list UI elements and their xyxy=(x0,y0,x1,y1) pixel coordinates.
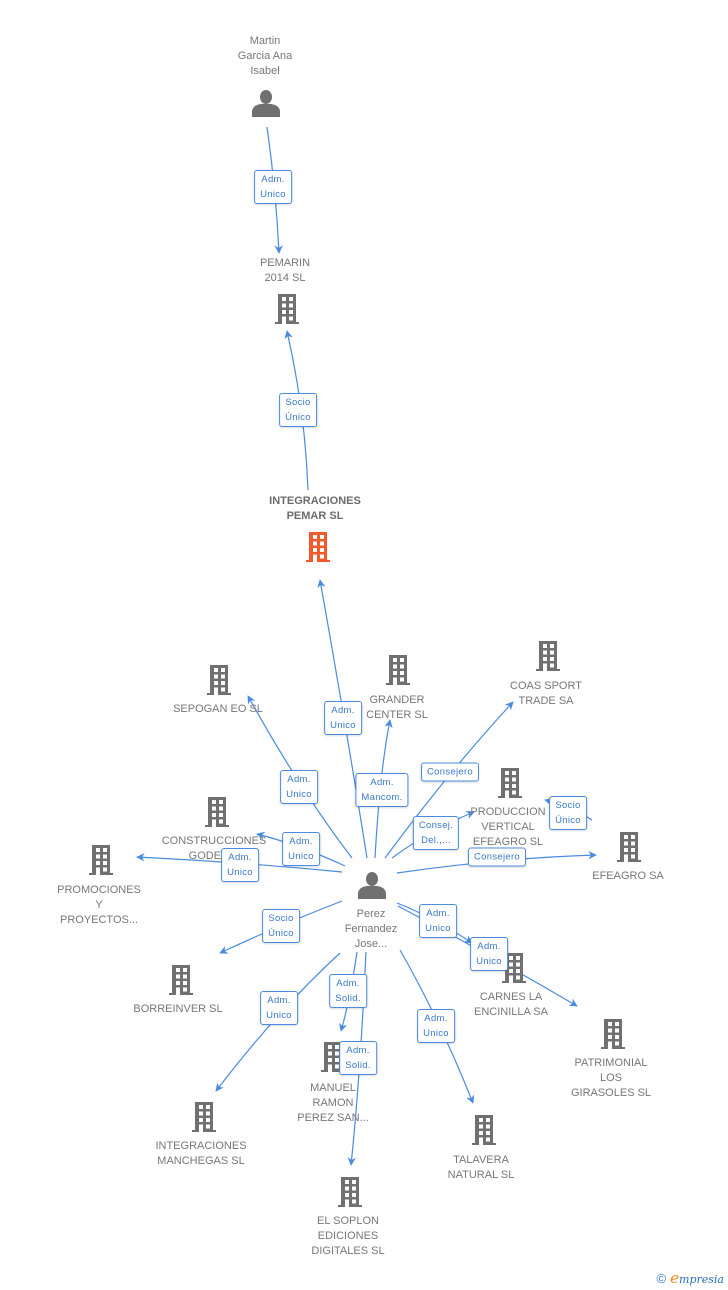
edge-label-perez-to-soplon[interactable]: Adm. Solid. xyxy=(339,1041,377,1075)
edge-label-perez-to-efeagro[interactable]: Consejero xyxy=(467,847,527,867)
empresia-brand[interactable]: © empresia xyxy=(657,1269,724,1287)
node-label-produccion[interactable]: PRODUCCION VERTICAL EFEAGRO SL xyxy=(470,805,545,850)
edge-label-perez-to-construcciones[interactable]: Adm. Unico xyxy=(282,832,320,866)
node-label-perez[interactable]: Perez Fernandez Jose... xyxy=(345,907,398,952)
edge-label-perez-to-sepogan[interactable]: Adm. Unico xyxy=(280,770,318,804)
building-icon-pemarin[interactable] xyxy=(275,294,299,325)
edge-label-perez-to-talavera[interactable]: Adm. Unico xyxy=(417,1009,455,1043)
building-icon-sepogan[interactable] xyxy=(207,665,231,696)
edge-label-efeagro-to-produccion[interactable]: Socio Único xyxy=(549,796,587,830)
edge-label-perez-to-patrimonial[interactable]: Adm. Unico xyxy=(470,937,508,971)
node-label-efeagro[interactable]: EFEAGRO SA xyxy=(592,869,664,884)
node-label-grander[interactable]: GRANDER CENTER SL xyxy=(366,693,428,723)
node-label-talavera[interactable]: TALAVERA NATURAL SL xyxy=(448,1153,515,1183)
building-icon-integraciones_manchegas[interactable] xyxy=(192,1102,216,1133)
brand-name: mpresia xyxy=(679,1273,724,1286)
node-label-promociones[interactable]: PROMOCIONES Y PROYECTOS... xyxy=(57,883,141,928)
copyright-icon: © xyxy=(656,1271,667,1286)
node-label-martin[interactable]: Martin Garcia Ana Isabel xyxy=(238,34,292,79)
building-icon-promociones[interactable] xyxy=(89,845,113,876)
building-icon-construcciones[interactable] xyxy=(205,797,229,828)
edge-label-perez-to-carnes[interactable]: Adm. Unico xyxy=(419,904,457,938)
node-label-integraciones_manchegas[interactable]: INTEGRACIONES MANCHEGAS SL xyxy=(155,1139,246,1169)
edge-label-perez-to-borreinver[interactable]: Socio Único xyxy=(262,909,300,943)
edge-label-perez-to-integraciones_manchegas[interactable]: Adm. Unico xyxy=(260,991,298,1025)
building-icon-patrimonial[interactable] xyxy=(601,1019,625,1050)
node-label-sepogan[interactable]: SEPOGAN EO SL xyxy=(173,702,263,717)
building-icon-grander[interactable] xyxy=(386,655,410,686)
building-icon-borreinver[interactable] xyxy=(169,965,193,996)
node-label-integraciones_pemar[interactable]: INTEGRACIONES PEMAR SL xyxy=(269,494,361,524)
edge-label-perez-to-produccion[interactable]: Consej. Del.,... xyxy=(412,816,460,850)
building-icon-coas[interactable] xyxy=(536,641,560,672)
building-icon-produccion[interactable] xyxy=(498,768,522,799)
edge-label-perez-to-coas[interactable]: Consejero xyxy=(420,762,480,782)
node-label-patrimonial[interactable]: PATRIMONIAL LOS GIRASOLES SL xyxy=(571,1056,651,1101)
person-icon-martin[interactable] xyxy=(252,90,280,117)
node-label-pemarin[interactable]: PEMARIN 2014 SL xyxy=(260,256,310,286)
building-icon-talavera[interactable] xyxy=(472,1115,496,1146)
building-icon-soplon[interactable] xyxy=(338,1177,362,1208)
node-label-borreinver[interactable]: BORREINVER SL xyxy=(133,1002,222,1017)
node-label-soplon[interactable]: EL SOPLON EDICIONES DIGITALES SL xyxy=(311,1214,384,1259)
person-icon-perez[interactable] xyxy=(358,872,386,899)
building-icon-efeagro[interactable] xyxy=(617,832,641,863)
node-label-manuel[interactable]: MANUEL RAMON PEREZ SAN... xyxy=(297,1081,369,1126)
edge-label-perez-to-grander[interactable]: Adm. Mancom. xyxy=(355,773,409,807)
edge-label-martin-to-pemarin[interactable]: Adm. Unico xyxy=(254,170,292,204)
brand-initial: e xyxy=(670,1269,680,1287)
node-label-coas[interactable]: COAS SPORT TRADE SA xyxy=(510,679,582,709)
building-icon-integraciones_pemar[interactable] xyxy=(306,532,330,563)
edge-label-perez-to-integraciones_pemar[interactable]: Adm. Unico xyxy=(324,701,362,735)
node-label-carnes[interactable]: CARNES LA ENCINILLA SA xyxy=(474,990,548,1020)
edge-label-integraciones_pemar-to-pemarin[interactable]: Socio Único xyxy=(279,393,317,427)
edge-label-perez-to-promociones[interactable]: Adm. Unico xyxy=(221,848,259,882)
edge-label-perez-to-manuel[interactable]: Adm. Solid. xyxy=(329,974,367,1008)
